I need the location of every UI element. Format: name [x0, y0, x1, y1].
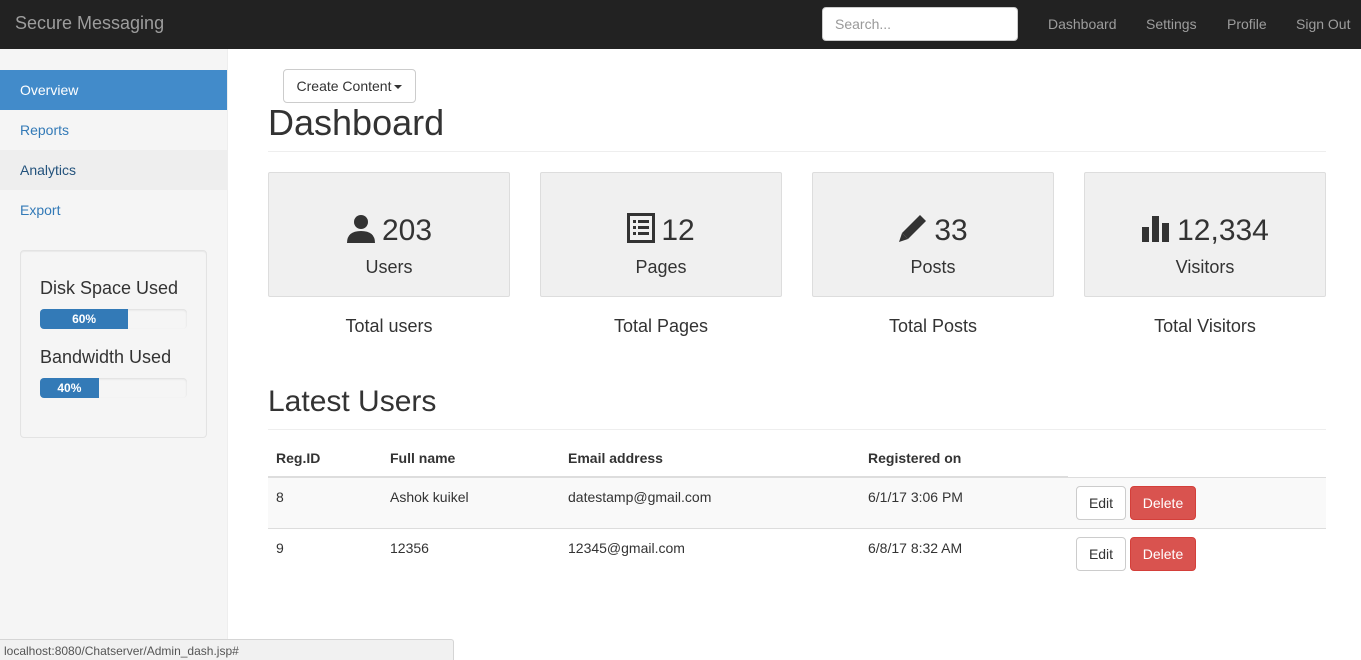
sidebar-item-reports[interactable]: Reports [0, 110, 227, 150]
cell-registered-on: 6/1/17 3:06 PM [868, 489, 963, 505]
stat-box-visitors: 12,334 Visitors [1084, 172, 1326, 297]
nav-link-dashboard[interactable]: Dashboard [1048, 16, 1117, 32]
stat-label-visitors: Visitors [1175, 257, 1235, 277]
stat-caption-visitors: Total Visitors [1154, 316, 1256, 336]
bandwidth-progress: 40% [40, 378, 187, 398]
stat-value-pages: 12 [661, 214, 695, 247]
cell-reg-id: 9 [276, 540, 284, 556]
create-content-label: Create Content [296, 78, 392, 94]
column-header-email: Email address [568, 450, 663, 466]
column-header-registered-on: Registered on [868, 450, 962, 466]
page-title: Dashboard [268, 102, 445, 143]
sidebar-item-analytics[interactable]: Analytics [0, 150, 227, 190]
sidebar-item-overview[interactable]: Overview [0, 70, 227, 110]
stat-value-posts: 33 [934, 214, 968, 247]
stat-caption-pages: Total Pages [613, 316, 709, 336]
edit-button[interactable]: Edit [1076, 537, 1126, 571]
user-icon [346, 215, 375, 243]
sidebar-item-export[interactable]: Export [0, 190, 227, 230]
stat-label-pages: Pages [635, 257, 687, 277]
nav-link-profile[interactable]: Profile [1227, 16, 1267, 32]
usage-panel: Disk Space Used 60% Bandwidth Used 40% [20, 250, 207, 438]
nav-link-settings[interactable]: Settings [1146, 16, 1197, 32]
cell-full-name: 12356 [390, 540, 429, 556]
table-row: 8 Ashok kuikel datestamp@gmail.com 6/1/1… [268, 477, 1326, 528]
stat-caption-users: Total users [345, 316, 433, 336]
delete-button[interactable]: Delete [1130, 486, 1196, 520]
cell-email: datestamp@gmail.com [568, 489, 712, 505]
sidebar: Overview Reports Analytics Export Disk S… [0, 49, 228, 660]
column-header-reg-id: Reg.ID [276, 450, 321, 466]
stat-caption-posts: Total Posts [888, 316, 978, 336]
latest-users-heading: Latest Users [268, 385, 437, 418]
cell-reg-id: 8 [276, 489, 284, 505]
list-icon [627, 213, 656, 243]
delete-button[interactable]: Delete [1130, 537, 1196, 571]
browser-status-bar: localhost:8080/Chatserver/Admin_dash.jsp… [0, 639, 454, 660]
disk-space-heading: Disk Space Used [40, 278, 179, 298]
stat-box-posts: 33 Posts [812, 172, 1054, 297]
stat-label-posts: Posts [910, 257, 956, 277]
stat-box-users: 203 Users [268, 172, 510, 297]
cell-registered-on: 6/8/17 8:32 AM [868, 540, 963, 556]
stat-value-users: 203 [381, 214, 433, 247]
bandwidth-heading: Bandwidth Used [40, 347, 172, 367]
search-input[interactable] [822, 7, 1018, 41]
disk-space-progress-bar: 60% [40, 309, 129, 329]
cell-full-name: Ashok kuikel [390, 489, 469, 505]
top-navbar: Secure Messaging Dashboard Settings Prof… [0, 0, 1361, 49]
stat-value-visitors: 12,334 [1177, 214, 1269, 247]
section-divider [268, 429, 1326, 430]
title-divider [268, 151, 1326, 152]
brand-title[interactable]: Secure Messaging [15, 13, 164, 34]
bandwidth-progress-bar: 40% [40, 378, 99, 398]
cell-email: 12345@gmail.com [568, 540, 685, 556]
caret-down-icon [394, 85, 403, 90]
pencil-icon [899, 215, 927, 242]
create-content-button[interactable]: Create Content [283, 69, 416, 103]
table-row: 9 12356 12345@gmail.com 6/8/17 8:32 AM E… [268, 528, 1326, 579]
stat-label-users: Users [365, 257, 413, 277]
bar-chart-icon [1142, 216, 1170, 242]
column-header-full-name: Full name [390, 450, 456, 466]
stat-box-pages: 12 Pages [540, 172, 782, 297]
edit-button[interactable]: Edit [1076, 486, 1126, 520]
nav-link-sign-out[interactable]: Sign Out [1296, 16, 1350, 32]
disk-space-progress: 60% [40, 309, 187, 329]
